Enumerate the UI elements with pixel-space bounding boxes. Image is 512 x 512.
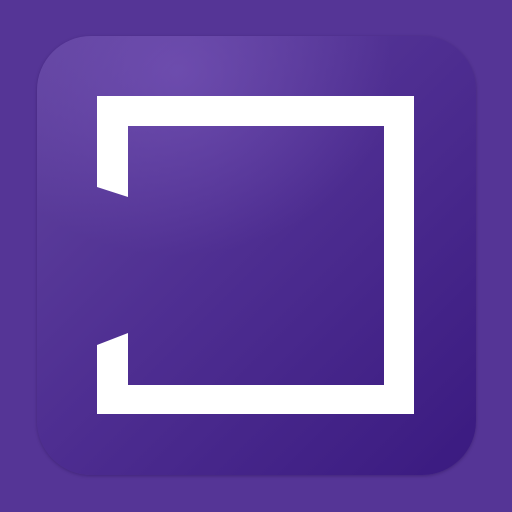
bracket-square-shape: [97, 96, 414, 414]
bracket-square-logo-icon: [97, 96, 414, 414]
icon-canvas: [0, 0, 512, 512]
